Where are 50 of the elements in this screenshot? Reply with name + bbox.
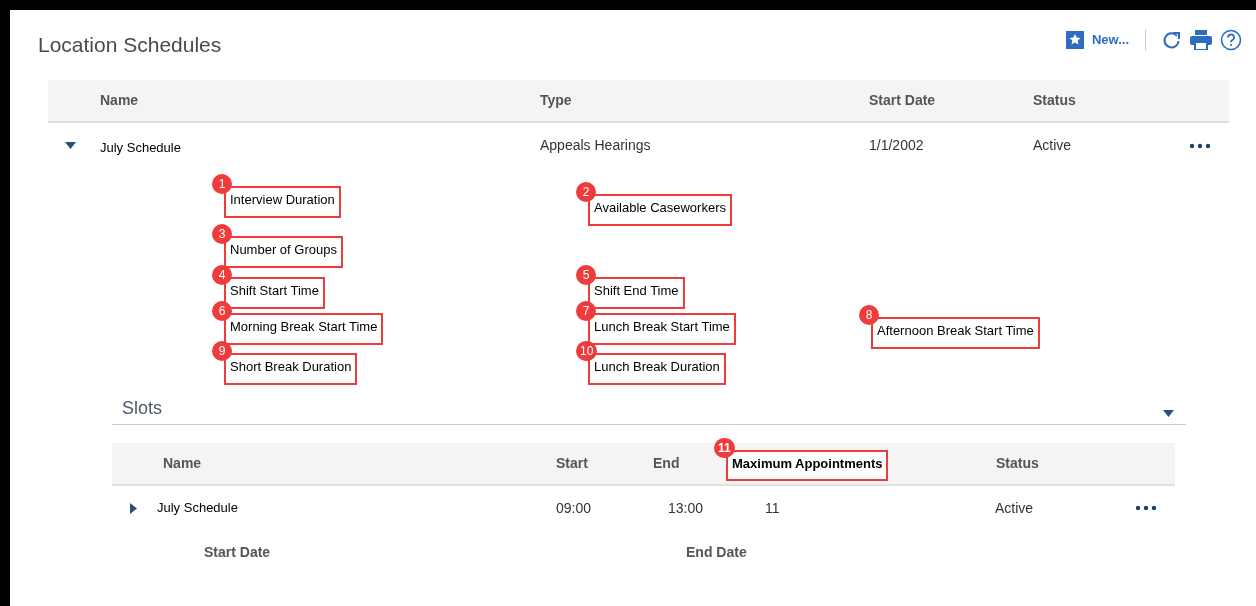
column-header: Type — [540, 91, 573, 110]
table-cell-text: July Schedule — [100, 138, 182, 157]
callout-number: 9 — [212, 341, 232, 361]
table-cell-text: Active — [995, 498, 1035, 518]
caret-right-icon[interactable] — [130, 502, 137, 514]
callout-number: 4 — [212, 265, 232, 285]
table-cell-text: Active — [1033, 136, 1073, 155]
field-label: Available Caseworkers — [588, 194, 732, 226]
column-header: Start — [556, 454, 589, 473]
refresh-icon[interactable] — [1162, 30, 1182, 50]
callout-number: 7 — [576, 301, 596, 321]
field-label: Morning Break Start Time — [224, 313, 384, 345]
more-options-icon[interactable] — [1189, 142, 1211, 149]
field-label: Lunch Break Start Time — [588, 313, 736, 345]
caret-down-icon[interactable] — [1163, 410, 1174, 417]
field-label: Shift Start Time — [224, 277, 325, 309]
column-header: End — [653, 454, 681, 473]
column-header: Status — [1033, 91, 1077, 110]
caret-down-icon[interactable] — [65, 142, 76, 149]
callout-number: 8 — [859, 305, 879, 325]
table-cell-text: Appeals Hearings — [540, 136, 652, 155]
more-options-icon[interactable] — [1135, 505, 1157, 511]
table-cell-text: 1/1/2002 — [869, 136, 925, 155]
page-title: Location Schedules — [38, 32, 222, 59]
field-label: Shift End Time — [588, 277, 685, 309]
field-label: Afternoon Break Start Time — [871, 317, 1040, 349]
new-button[interactable]: New... — [1065, 30, 1129, 50]
table-cell-text: 11 — [764, 498, 781, 518]
field-label: Number of Groups — [224, 236, 343, 268]
field-label: Start Date — [204, 543, 272, 562]
print-icon[interactable] — [1190, 30, 1212, 50]
table-cell-text: 09:00 — [556, 498, 593, 518]
help-icon[interactable] — [1220, 29, 1242, 51]
table-cell-text: 13:00 — [668, 498, 705, 518]
section-title: Slots — [122, 397, 163, 420]
column-header: Name — [163, 454, 203, 473]
field-label: Short Break Duration — [224, 353, 358, 385]
field-label: End Date — [686, 543, 748, 562]
callout-number: 2 — [576, 182, 596, 202]
callout-number: 6 — [212, 301, 232, 321]
column-header: Name — [100, 91, 140, 110]
column-header: Start Date — [869, 91, 937, 110]
callout-number: 3 — [212, 224, 232, 244]
callout-number: 5 — [576, 265, 596, 285]
callout-number: 1 — [212, 174, 232, 194]
table-cell-text: July Schedule — [157, 499, 239, 518]
callout-number: 11 — [714, 437, 735, 458]
column-header: Status — [996, 454, 1040, 473]
callout-number: 10 — [576, 341, 598, 361]
field-label: Interview Duration — [224, 186, 341, 218]
